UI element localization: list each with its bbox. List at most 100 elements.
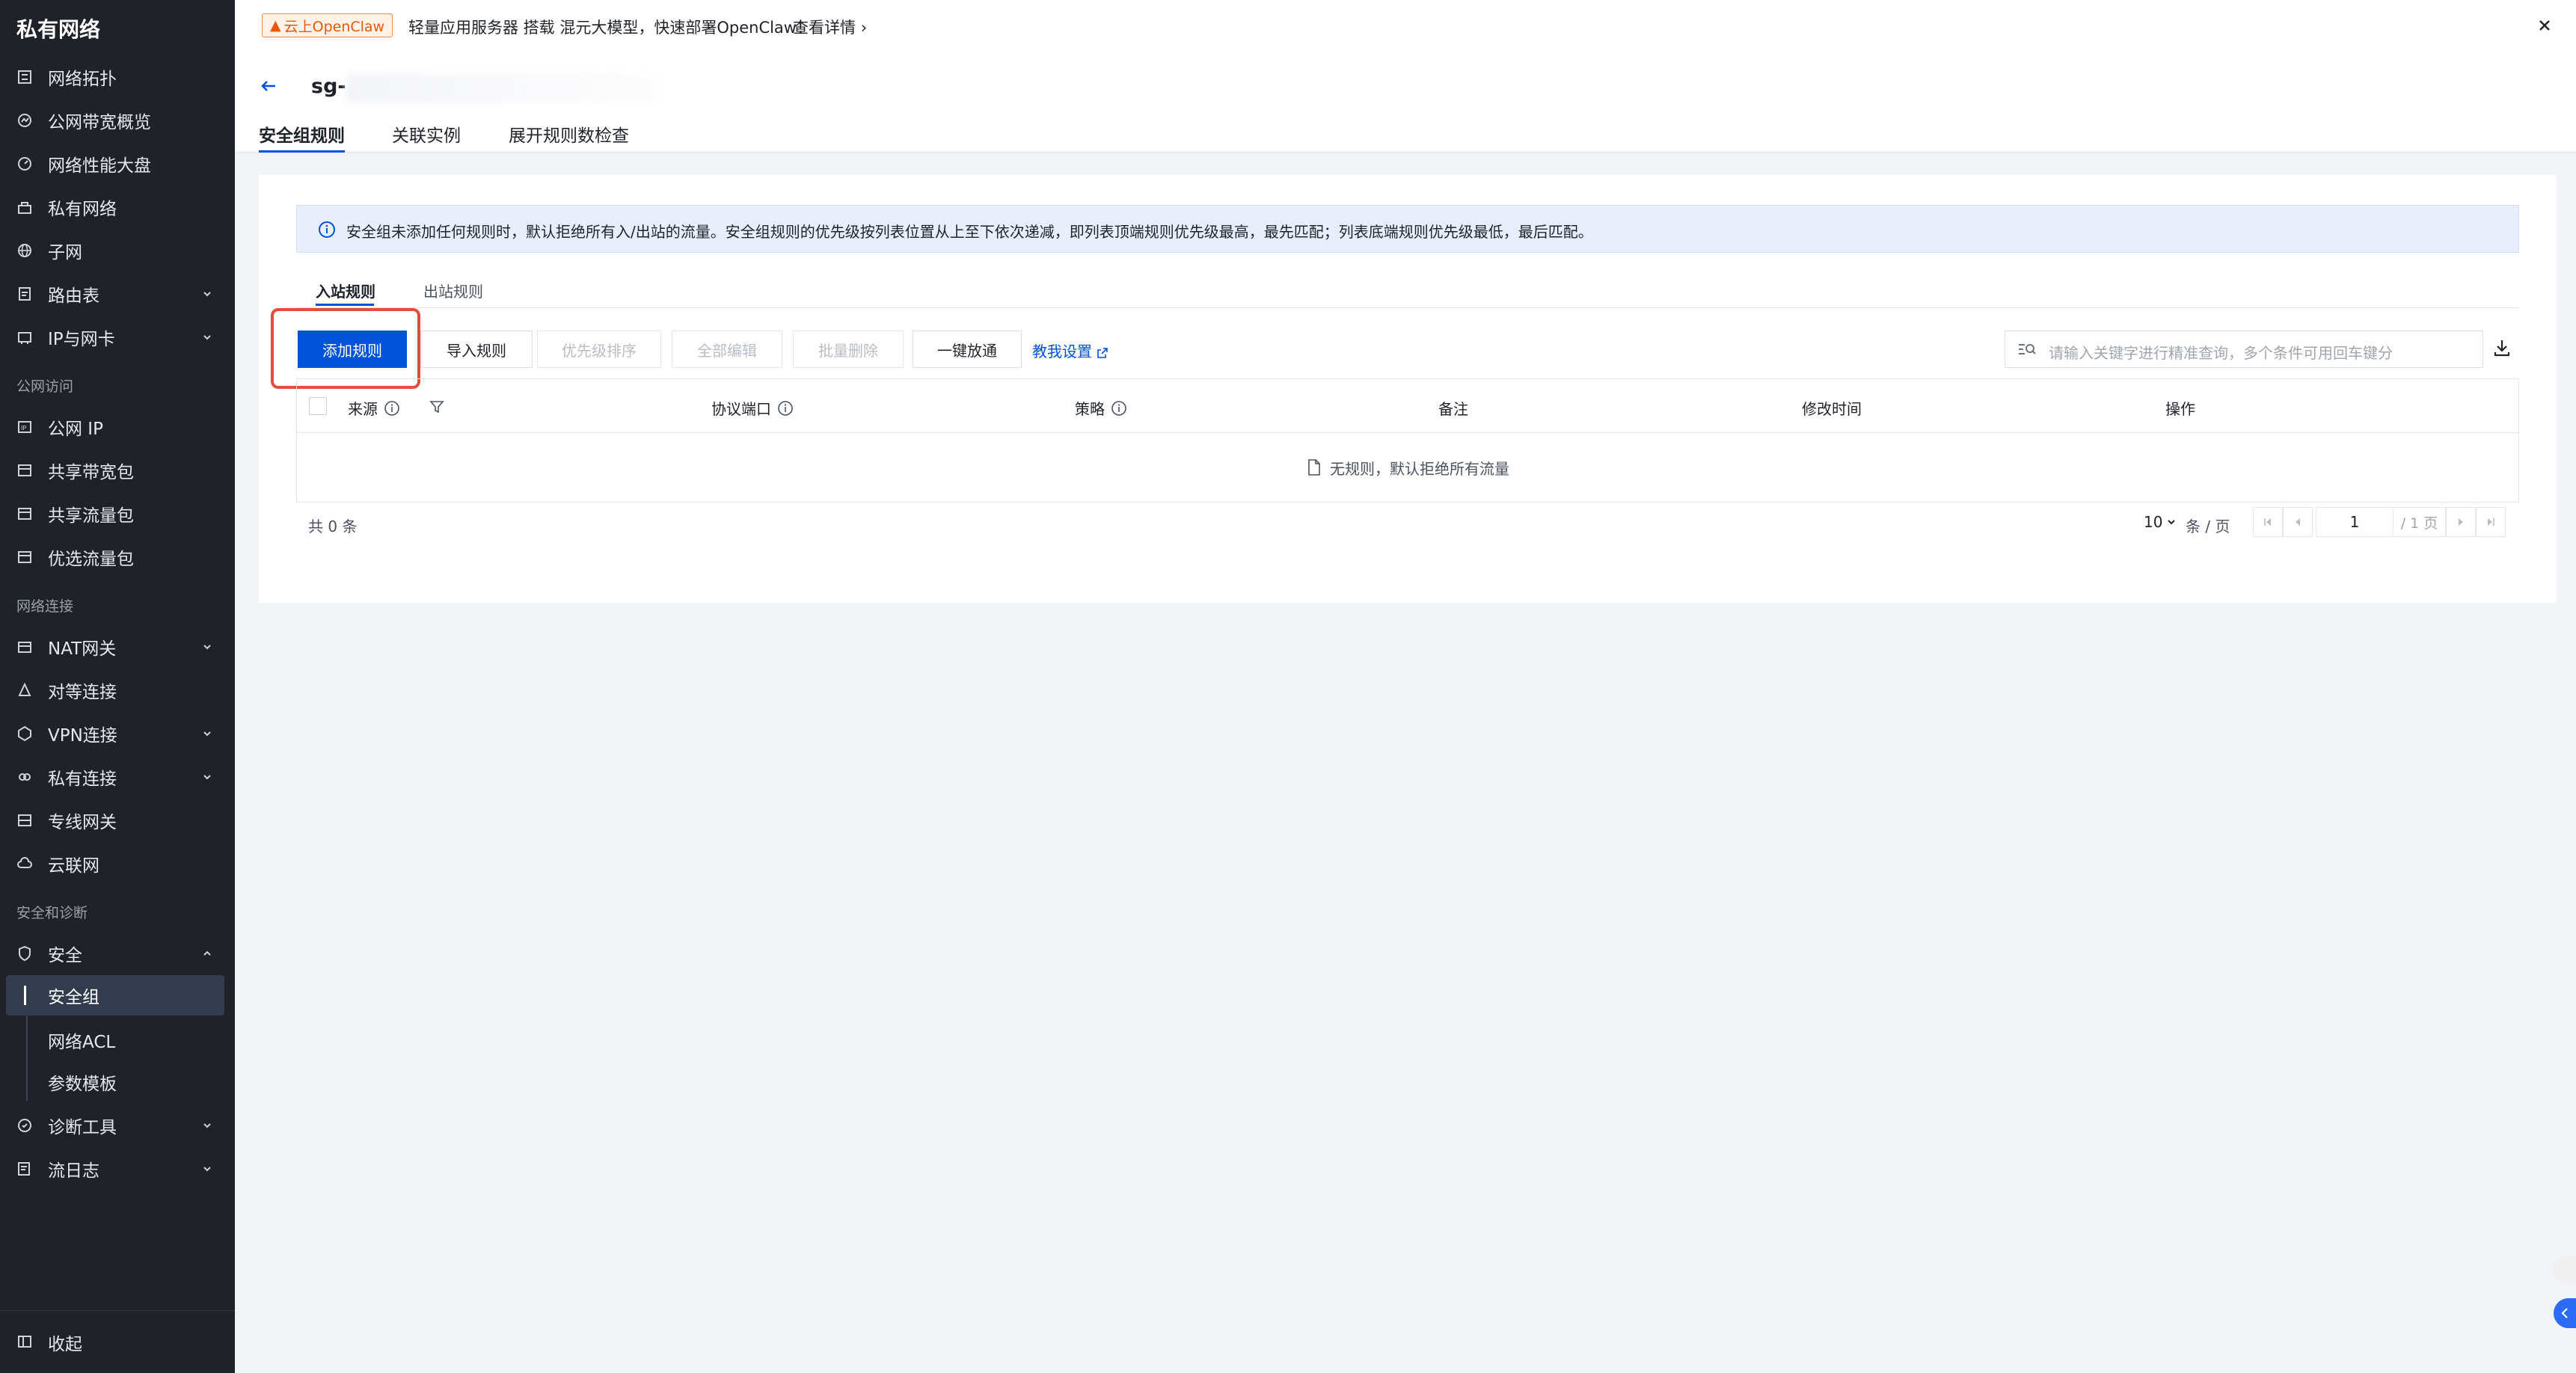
collapse-label: 收起 (48, 1334, 82, 1354)
sidebar-item-security[interactable]: 安全 (0, 935, 235, 972)
peering-icon (16, 682, 33, 698)
page-number-input[interactable]: 1 (2316, 507, 2393, 537)
page-size-unit: 条 / 页 (2186, 517, 2230, 535)
close-icon[interactable] (2536, 16, 2554, 34)
route-table-icon (16, 286, 33, 302)
sidebar-item-diagnostic[interactable]: 诊断工具 (0, 1107, 235, 1144)
page-size-select[interactable]: 10 (2144, 513, 2177, 531)
tab-rule-count-check[interactable]: 展开规则数检查 (509, 121, 629, 153)
add-rule-button[interactable]: 添加规则 (298, 331, 407, 368)
download-icon[interactable] (2491, 337, 2513, 359)
promo-text: 轻量应用服务器 搭载 混元大模型，快速部署OpenClaw！ (408, 19, 812, 37)
sidebar-collapse-button[interactable]: 收起 (0, 1310, 235, 1373)
table-header: 来源 协议端口 策略 备注 修改时间 操作 (297, 379, 2518, 433)
sidebar-item-shared-bandwidth[interactable]: 共享带宽包 (0, 452, 235, 489)
sidebar-item-vpc[interactable]: 私有网络 (0, 188, 235, 226)
allow-all-button[interactable]: 一键放通 (913, 331, 1022, 368)
sidebar-section-public: 公网访问 (16, 378, 74, 395)
sidebar-item-label: 安全 (48, 946, 82, 965)
sidebar-item-label: 安全组 (48, 988, 99, 1007)
sidebar-item-private-link[interactable]: 私有连接 (0, 758, 235, 796)
sidebar-item-preferred-traffic[interactable]: 优选流量包 (0, 538, 235, 576)
sidebar-item-label: 路由表 (48, 286, 99, 306)
sidebar-item-security-group[interactable]: 安全组 (6, 975, 224, 1016)
sidebar-item-network-acl[interactable]: 网络ACL (0, 1020, 235, 1060)
tab-security-group-rules[interactable]: 安全组规则 (259, 121, 345, 153)
sidebar-item-label: 子网 (48, 243, 82, 262)
svg-text:IP: IP (21, 425, 26, 431)
chevron-right-icon: › (860, 19, 868, 37)
last-page-button[interactable] (2476, 507, 2506, 537)
ip-nic-icon (16, 329, 33, 345)
sidebar-item-vpn[interactable]: VPN连接 (0, 715, 235, 752)
chevron-up-icon (203, 950, 211, 956)
flow-log-icon (16, 1161, 33, 1177)
next-page-icon (2459, 518, 2463, 526)
sidebar-item-subnet[interactable]: 子网 (0, 232, 235, 269)
side-panel-toggle[interactable] (2554, 1298, 2576, 1328)
sidebar-item-flow-log[interactable]: 流日志 (0, 1150, 235, 1188)
dashboard-icon (16, 156, 33, 172)
filter-icon[interactable] (429, 399, 445, 415)
info-icon[interactable] (1111, 400, 1127, 417)
rules-card: 安全组未添加任何规则时，默认拒绝所有入/出站的流量。安全组规则的优先级按列表位置… (259, 175, 2557, 603)
promo-badge: ▲ 云上OpenClaw (262, 13, 393, 37)
sidebar-item-label: 网络ACL (48, 1033, 116, 1052)
sidebar-item-performance-dashboard[interactable]: 网络性能大盘 (0, 145, 235, 182)
column-policy-label: 策略 (1075, 400, 1105, 418)
document-icon (1308, 459, 1320, 476)
sidebar-item-shared-traffic[interactable]: 共享流量包 (0, 495, 235, 532)
info-icon[interactable] (777, 400, 794, 417)
promo-details-label: 查看详情 (793, 19, 856, 37)
bandwidth-icon (16, 112, 33, 129)
topology-icon (16, 69, 33, 85)
info-text: 安全组未添加任何规则时，默认拒绝所有入/出站的流量。安全组规则的优先级按列表位置… (346, 223, 1593, 241)
column-protocol-port-label: 协议端口 (711, 400, 771, 418)
first-page-button[interactable] (2253, 507, 2283, 537)
import-rules-button[interactable]: 导入规则 (420, 331, 533, 368)
priority-sort-button[interactable]: 优先级排序 (537, 331, 661, 368)
select-all-checkbox[interactable] (309, 397, 327, 415)
subnet-icon (16, 242, 33, 259)
next-page-button[interactable] (2446, 507, 2476, 537)
sidebar-item-label: 优选流量包 (48, 550, 134, 569)
assistant-avatar[interactable] (2554, 1256, 2576, 1283)
page-title: sg- (311, 75, 346, 98)
sidebar-item-label: 共享流量包 (48, 506, 134, 526)
search-input[interactable]: 请输入关键字进行精准查询，多个条件可用回车键分 (2005, 331, 2483, 368)
sidebar-item-public-ip[interactable]: IP 公网 IP (0, 408, 235, 446)
edit-all-button[interactable]: 全部编辑 (672, 331, 782, 368)
tab-associated-instances[interactable]: 关联实例 (392, 121, 461, 153)
prev-page-button[interactable] (2283, 507, 2313, 537)
chevron-down-icon (203, 645, 211, 650)
sidebar-item-bandwidth-overview[interactable]: 公网带宽概览 (0, 102, 235, 139)
sidebar-item-nat[interactable]: NAT网关 (0, 628, 235, 666)
back-arrow-icon[interactable] (257, 75, 280, 97)
column-actions: 操作 (2165, 400, 2195, 418)
sidebar-item-ccn[interactable]: 云联网 (0, 845, 235, 882)
sidebar-item-label: 网络性能大盘 (48, 156, 151, 176)
help-setup-link[interactable]: 教我设置 (1032, 340, 1108, 361)
sidebar-section-security: 安全和诊断 (16, 905, 88, 921)
chevron-down-icon (203, 775, 211, 780)
promo-details-link[interactable]: 查看详情 › (793, 16, 867, 38)
column-source: 来源 (348, 397, 400, 419)
batch-delete-button[interactable]: 批量删除 (793, 331, 904, 368)
help-setup-label: 教我设置 (1032, 343, 1092, 360)
info-icon[interactable] (384, 400, 400, 417)
empty-state: 无规则，默认拒绝所有流量 (297, 433, 2518, 502)
sidebar-item-peering[interactable]: 对等连接 (0, 672, 235, 709)
sidebar-item-param-template[interactable]: 参数模板 (0, 1062, 235, 1102)
tab-inbound[interactable]: 入站规则 (316, 280, 375, 301)
sidebar-item-route-table[interactable]: 路由表 (0, 275, 235, 313)
info-alert: 安全组未添加任何规则时，默认拒绝所有入/出站的流量。安全组规则的优先级按列表位置… (296, 205, 2519, 253)
sidebar-item-ip-nic[interactable]: IP与网卡 (0, 319, 235, 356)
column-modified-time: 修改时间 (1802, 400, 1862, 418)
vpc-icon (16, 199, 33, 215)
sidebar-item-dc-gateway[interactable]: 专线网关 (0, 802, 235, 839)
sidebar-item-topology[interactable]: 网络拓扑 (0, 58, 235, 96)
total-count: 共 0 条 (308, 517, 358, 535)
sidebar-item-label: 云联网 (48, 856, 99, 876)
tab-outbound[interactable]: 出站规则 (423, 280, 483, 301)
last-page-icon (2488, 518, 2494, 526)
